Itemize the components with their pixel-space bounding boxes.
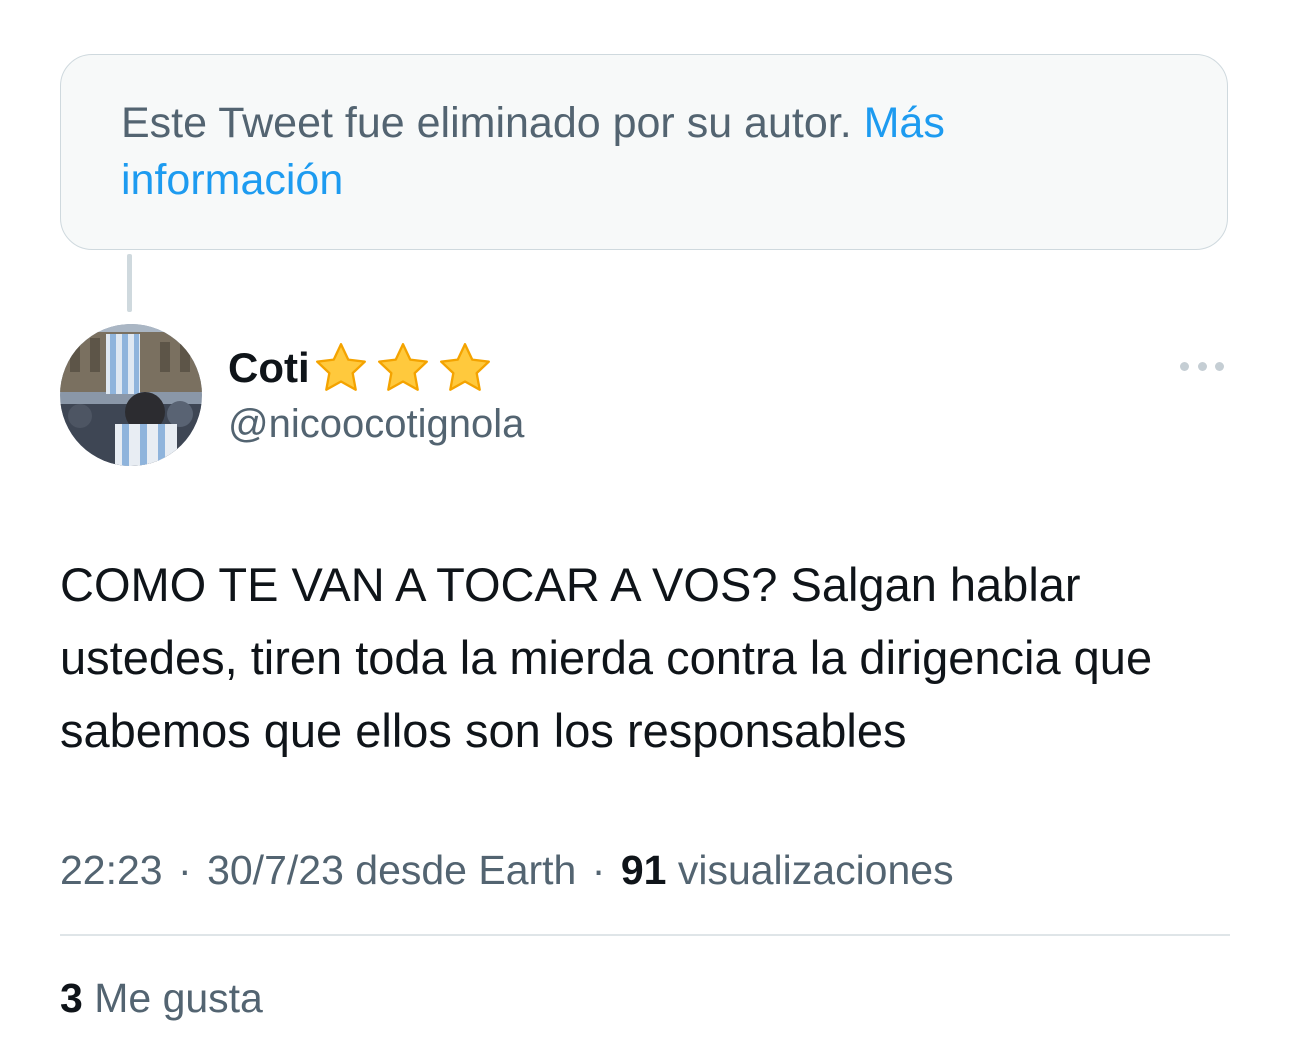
likes-count: 3	[60, 975, 83, 1021]
deleted-tweet-notice: Este Tweet fue eliminado por su autor. M…	[60, 54, 1228, 250]
star-emoji-icon	[377, 343, 428, 391]
star-emoji-icon	[439, 343, 490, 391]
tweet-text: COMO TE VAN A TOCAR A VOS? Salgan hablar…	[60, 558, 1153, 757]
likes-label: Me gusta	[94, 975, 263, 1021]
dot	[1180, 361, 1189, 371]
tweet-date-source[interactable]: 30/7/23 desde Earth	[207, 847, 576, 893]
avatar[interactable]	[60, 324, 202, 466]
name-emoji-badges	[312, 340, 498, 396]
meta-separator: ·	[591, 847, 606, 893]
avatar-photo	[60, 324, 202, 466]
thread-connector-line	[127, 254, 132, 312]
divider	[60, 934, 1230, 936]
dot	[1197, 361, 1207, 371]
display-name-text: Coti	[228, 344, 310, 391]
likes-link[interactable]: 3 Me gusta	[60, 968, 263, 1028]
views-count: 91	[620, 847, 667, 893]
more-options-icon[interactable]	[1180, 352, 1224, 380]
author-handle[interactable]: @nicoocotignola	[228, 402, 524, 447]
dot	[1215, 361, 1224, 371]
tweet-time[interactable]: 22:23	[60, 847, 163, 893]
deleted-notice-text: Este Tweet fue eliminado por su autor.	[121, 99, 852, 147]
star-emoji-icon	[315, 343, 366, 391]
tweet-meta: 22:23 · 30/7/23 desde Earth · 91 visuali…	[60, 840, 954, 900]
views-label: visualizaciones	[677, 847, 954, 893]
meta-separator: ·	[178, 847, 192, 893]
author-display-name[interactable]: Coti	[228, 340, 498, 396]
